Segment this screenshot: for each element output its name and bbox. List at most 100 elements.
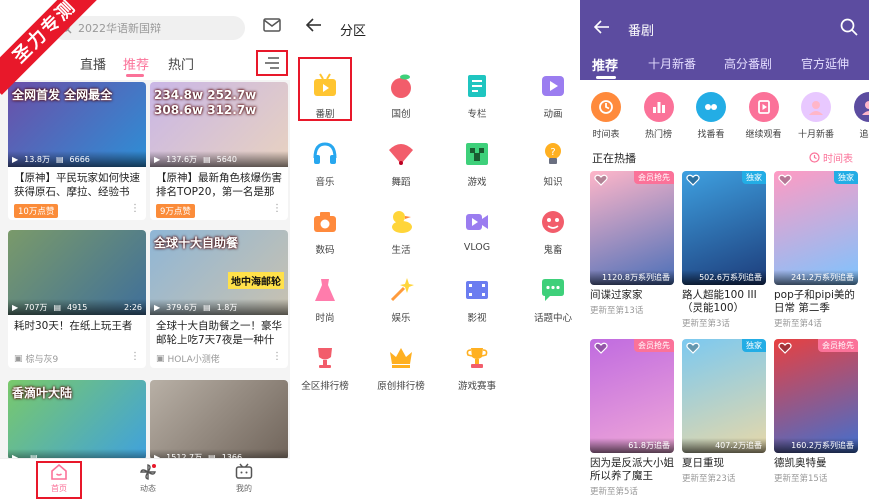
video-card[interactable]: 香滴叶大陆 ▶ ▤ xyxy=(8,380,146,460)
nav-dynamic[interactable]: 动态 xyxy=(126,463,170,494)
quick-entry[interactable]: 追番 xyxy=(841,92,869,140)
category-item[interactable]: 数码 xyxy=(294,208,356,256)
anime-card[interactable]: 会员抢先 160.2万系列追番 德凯奥特曼 更新至第15话 xyxy=(774,339,858,484)
category-item[interactable]: 国创 xyxy=(370,72,432,120)
category-label: 游戏赛事 xyxy=(457,381,496,392)
like-badge: 10万点赞 xyxy=(14,204,59,218)
search-input[interactable]: 2022华语新国辩 xyxy=(52,16,245,40)
category-label: 游戏 xyxy=(467,177,487,188)
thumbnail-subcaption: 地中海邮轮 xyxy=(228,272,284,289)
category-item[interactable]: 影视 xyxy=(446,276,508,324)
video-card[interactable]: 全球十大自助餐 地中海邮轮 ▶ 379.6万 ▤ 1.8万 全球十大自助餐之一！豪华邮轮上吃… xyxy=(150,230,288,368)
pinwheel-icon xyxy=(140,464,156,480)
anime-card[interactable]: 会员抢先 61.8万追番 因为是反派大小姐所以养了魔王 更新至第5话 xyxy=(590,339,674,497)
quick-entry[interactable]: 找番看 xyxy=(683,92,739,140)
tab-october-new[interactable]: 十月新番 xyxy=(648,55,696,72)
anime-poster: 会员抢先 1120.8万系列追番 xyxy=(590,171,674,285)
video-card[interactable]: 234.8w 252.7w 308.6w 312.7w ▶ 137.6万 ▤ 5640 【… xyxy=(150,82,288,220)
category-item[interactable]: 游戏赛事 xyxy=(446,344,508,392)
category-item[interactable]: 生活 xyxy=(370,208,432,256)
anime-tag: 会员抢先 xyxy=(634,171,674,184)
favorite-heart-icon[interactable] xyxy=(778,174,792,186)
partition-menu-button[interactable] xyxy=(256,50,288,76)
category-label: 专栏 xyxy=(467,109,487,120)
uploader[interactable]: ▣ 棕与灰9 xyxy=(8,349,146,368)
quick-entry[interactable]: 热门榜 xyxy=(631,92,687,140)
category-item[interactable]: 鬼畜 xyxy=(522,208,584,256)
category-item[interactable]: 专栏 xyxy=(446,72,508,120)
quick-entry[interactable]: 时间表 xyxy=(580,92,634,140)
category-item[interactable]: ? 知识 xyxy=(522,140,584,188)
video-card[interactable]: ▶ 1512.7万 ▤ 1366 xyxy=(150,380,288,460)
danmaku-icon: ▤ xyxy=(55,154,64,164)
quick-entry-circle xyxy=(801,92,831,122)
video-card[interactable]: 全网首发 全网最全 ▶ 13.8万 ▤ 6666 【原神】平民玩家如何快速获得原石、摩拉、… xyxy=(8,82,146,220)
video-stats: ▶ 707万 ▤ 4915 2:26 xyxy=(8,299,146,315)
category-item[interactable]: 时尚 xyxy=(294,276,356,324)
category-item[interactable]: 全区排行榜 xyxy=(294,344,356,392)
back-arrow-icon[interactable] xyxy=(594,20,610,34)
mail-icon[interactable] xyxy=(263,18,281,32)
category-label: 鬼畜 xyxy=(543,245,563,256)
category-item[interactable]: 番剧 xyxy=(294,72,356,120)
nav-home[interactable]: 首页 xyxy=(37,463,81,494)
more-icon[interactable]: ⋮ xyxy=(272,203,282,214)
favorite-heart-icon[interactable] xyxy=(594,342,608,354)
nav-mine[interactable]: 我的 xyxy=(222,463,266,494)
tab-high-score[interactable]: 高分番剧 xyxy=(724,55,772,72)
category-label: 时尚 xyxy=(315,313,335,324)
tab-official[interactable]: 官方延伸 xyxy=(801,55,849,72)
favorite-heart-icon[interactable] xyxy=(686,174,700,186)
category-label: 全区排行榜 xyxy=(301,381,349,392)
category-item[interactable]: VLOG xyxy=(446,208,508,253)
anime-tag: 会员抢先 xyxy=(634,339,674,352)
category-item[interactable]: 舞蹈 xyxy=(370,140,432,188)
category-label: 知识 xyxy=(543,177,563,188)
uploader[interactable]: ▣ HOLA小测佬 xyxy=(150,349,288,368)
favorite-heart-icon[interactable] xyxy=(778,342,792,354)
video-title: 【原神】平民玩家如何快速获得原石、摩拉、经验书 xyxy=(14,172,140,198)
video-title: 全球十大自助餐之一！豪华邮轮上吃7天7夜是一种什 xyxy=(156,320,282,346)
search-placeholder: 2022华语新国辩 xyxy=(78,22,161,35)
more-icon[interactable]: ⋮ xyxy=(272,351,282,362)
anime-card[interactable]: 独家 407.2万追番 夏日重现 更新至第23话 xyxy=(682,339,766,484)
favorite-heart-icon[interactable] xyxy=(686,342,700,354)
category-item[interactable]: 娱乐 xyxy=(370,276,432,324)
search-icon[interactable] xyxy=(840,18,858,36)
video-stats: ▶ 13.8万 ▤ 6666 xyxy=(8,151,146,167)
bottom-nav: 首页 动态 我的 xyxy=(0,458,290,499)
quick-entry[interactable]: 十月新番 xyxy=(788,92,844,140)
quick-entry-circle xyxy=(748,92,779,122)
tab-live[interactable]: 直播 xyxy=(80,54,106,73)
video-card[interactable]: ▶ 707万 ▤ 4915 2:26 耗时30天！在纸上玩王者 ▣ 棕与灰9 ⋮ xyxy=(8,230,146,368)
anime-card[interactable]: 独家 502.6万系列追番 路人超能100 III（灵能100） 更新至第3话 xyxy=(682,171,766,329)
tab-hot[interactable]: 热门 xyxy=(168,54,194,73)
crown-icon xyxy=(390,348,412,368)
category-label: 话题中心 xyxy=(533,313,572,324)
more-icon[interactable]: ⋮ xyxy=(130,351,140,362)
quick-entry-label: 时间表 xyxy=(592,130,620,140)
category-item[interactable]: 原创排行榜 xyxy=(370,344,432,392)
category-item[interactable]: 音乐 xyxy=(294,140,356,188)
menu-icon xyxy=(265,57,279,69)
back-arrow-icon[interactable] xyxy=(306,18,322,32)
category-label: 动画 xyxy=(543,109,563,120)
tab-recommend[interactable]: 推荐 xyxy=(123,54,149,73)
play-count-icon: ▶ xyxy=(154,302,161,312)
more-icon[interactable]: ⋮ xyxy=(130,203,140,214)
quick-entry[interactable]: 继续观看 xyxy=(736,92,792,140)
category-item[interactable]: 话题中心 xyxy=(522,276,584,324)
category-item[interactable]: 游戏 xyxy=(446,140,508,188)
timetable-link[interactable]: 时间表 xyxy=(809,150,853,165)
uploader-name: 棕与灰9 xyxy=(25,355,59,365)
svg-text:?: ? xyxy=(550,147,555,158)
tab-recommend[interactable]: 推荐 xyxy=(592,55,618,74)
timetable-label: 时间表 xyxy=(823,154,853,165)
anime-card[interactable]: 独家 241.2万系列追番 pop子和pipi美的日常 第二季 更新至第4话 xyxy=(774,171,858,329)
favorite-heart-icon[interactable] xyxy=(594,174,608,186)
trophy-icon xyxy=(318,348,332,368)
category-item[interactable]: 动画 xyxy=(522,72,584,120)
anime-card[interactable]: 会员抢先 1120.8万系列追番 间谍过家家 更新至第13话 xyxy=(590,171,674,316)
tab-indicator xyxy=(596,76,616,79)
peach-icon xyxy=(391,74,411,98)
